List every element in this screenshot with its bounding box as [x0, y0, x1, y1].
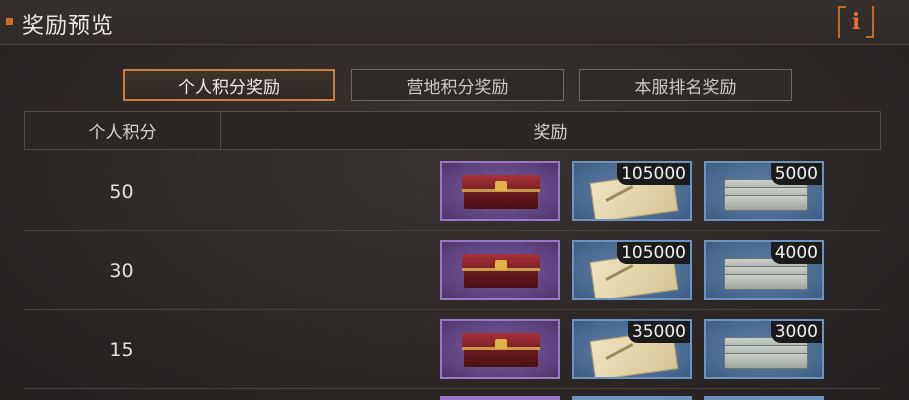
reward-item-cash-partial[interactable] [704, 396, 824, 400]
reward-item-envelope-partial[interactable] [572, 396, 692, 400]
treasure-chest-icon [462, 333, 540, 369]
reward-quantity: 3000 [770, 321, 822, 343]
reward-quantity: 4000 [770, 242, 822, 264]
tab-camp-score[interactable]: 营地积分奖励 [351, 69, 564, 101]
reward-item-cash[interactable]: 4000 [704, 240, 824, 300]
row-score: 50 [109, 181, 134, 203]
title-marker-icon [6, 18, 13, 25]
table-row: 15 35000 3000 [24, 311, 881, 389]
row-divider [24, 309, 881, 310]
table-row: 50 105000 5000 [24, 153, 881, 231]
reward-quantity: 105000 [617, 242, 690, 264]
title-bar: 奖励预览 i [0, 0, 909, 45]
reward-quantity: 105000 [617, 163, 690, 185]
reward-item-chest[interactable] [440, 161, 560, 221]
info-button[interactable]: i [838, 6, 874, 38]
reward-item-chest[interactable] [440, 319, 560, 379]
row-score: 15 [109, 339, 134, 361]
column-header-score: 个人积分 [88, 123, 157, 143]
row-divider [24, 388, 881, 389]
tab-server-rank[interactable]: 本服排名奖励 [579, 69, 792, 101]
treasure-chest-icon [462, 254, 540, 290]
row-score: 30 [109, 260, 134, 282]
reward-quantity: 5000 [770, 163, 822, 185]
reward-item-chest-partial[interactable] [440, 396, 560, 400]
reward-item-cash[interactable]: 5000 [704, 161, 824, 221]
treasure-chest-icon [462, 175, 540, 211]
row-divider [24, 230, 881, 231]
tab-personal-score[interactable]: 个人积分奖励 [123, 69, 335, 101]
reward-item-envelope[interactable]: 35000 [572, 319, 692, 379]
reward-item-envelope[interactable]: 105000 [572, 161, 692, 221]
column-header-reward: 奖励 [533, 123, 568, 143]
reward-item-cash[interactable]: 3000 [704, 319, 824, 379]
table-header: 个人积分 奖励 [24, 111, 881, 150]
reward-quantity: 35000 [627, 321, 690, 343]
table-row: 30 105000 4000 [24, 232, 881, 310]
info-icon: i [851, 9, 861, 35]
reward-item-chest[interactable] [440, 240, 560, 300]
page-title: 奖励预览 [22, 14, 115, 39]
reward-item-envelope[interactable]: 105000 [572, 240, 692, 300]
